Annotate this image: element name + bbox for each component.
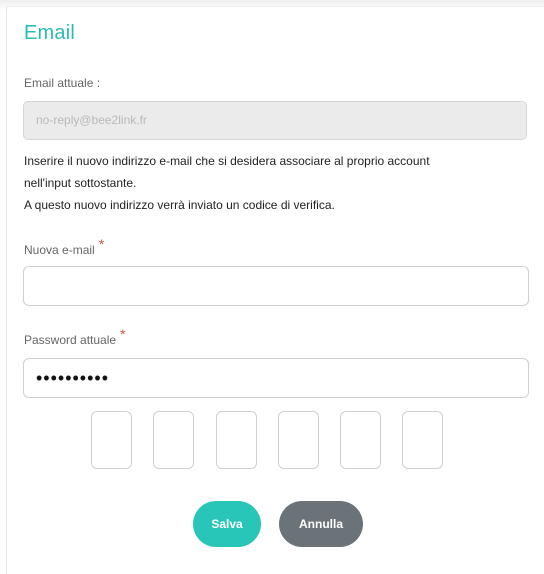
current-password-label: Password attuale (24, 333, 117, 347)
cancel-button[interactable]: Annulla (279, 501, 363, 547)
instructions-line-1: Inserire il nuovo indirizzo e-mail che s… (24, 154, 430, 168)
new-email-label-row: Nuova e-mail * (24, 236, 104, 257)
new-email-input[interactable] (23, 266, 529, 306)
current-email-field: no-reply@bee2link.fr (23, 101, 527, 140)
instructions-text: Inserire il nuovo indirizzo e-mail che s… (24, 150, 524, 216)
instructions-line-2: nell'input sottostante. (24, 176, 137, 190)
code-digit-2[interactable] (153, 411, 194, 469)
instructions-line-3: A questo nuovo indirizzo verrà inviato u… (24, 198, 335, 212)
code-digit-5[interactable] (340, 411, 381, 469)
save-button[interactable]: Salva (193, 501, 261, 547)
page: Email Email attuale : no-reply@bee2link.… (0, 0, 544, 574)
code-digit-3[interactable] (216, 411, 257, 469)
code-digit-4[interactable] (278, 411, 319, 469)
required-asterisk: * (120, 326, 126, 342)
verification-code-row (91, 411, 451, 471)
new-email-label: Nuova e-mail (24, 243, 95, 257)
required-asterisk: * (98, 236, 105, 252)
current-email-label: Email attuale : (24, 76, 101, 90)
code-digit-6[interactable] (402, 411, 443, 469)
page-title: Email (24, 22, 76, 44)
current-password-label-row: Password attuale * (24, 326, 126, 347)
current-password-input[interactable] (23, 358, 529, 398)
code-digit-1[interactable] (91, 411, 132, 469)
